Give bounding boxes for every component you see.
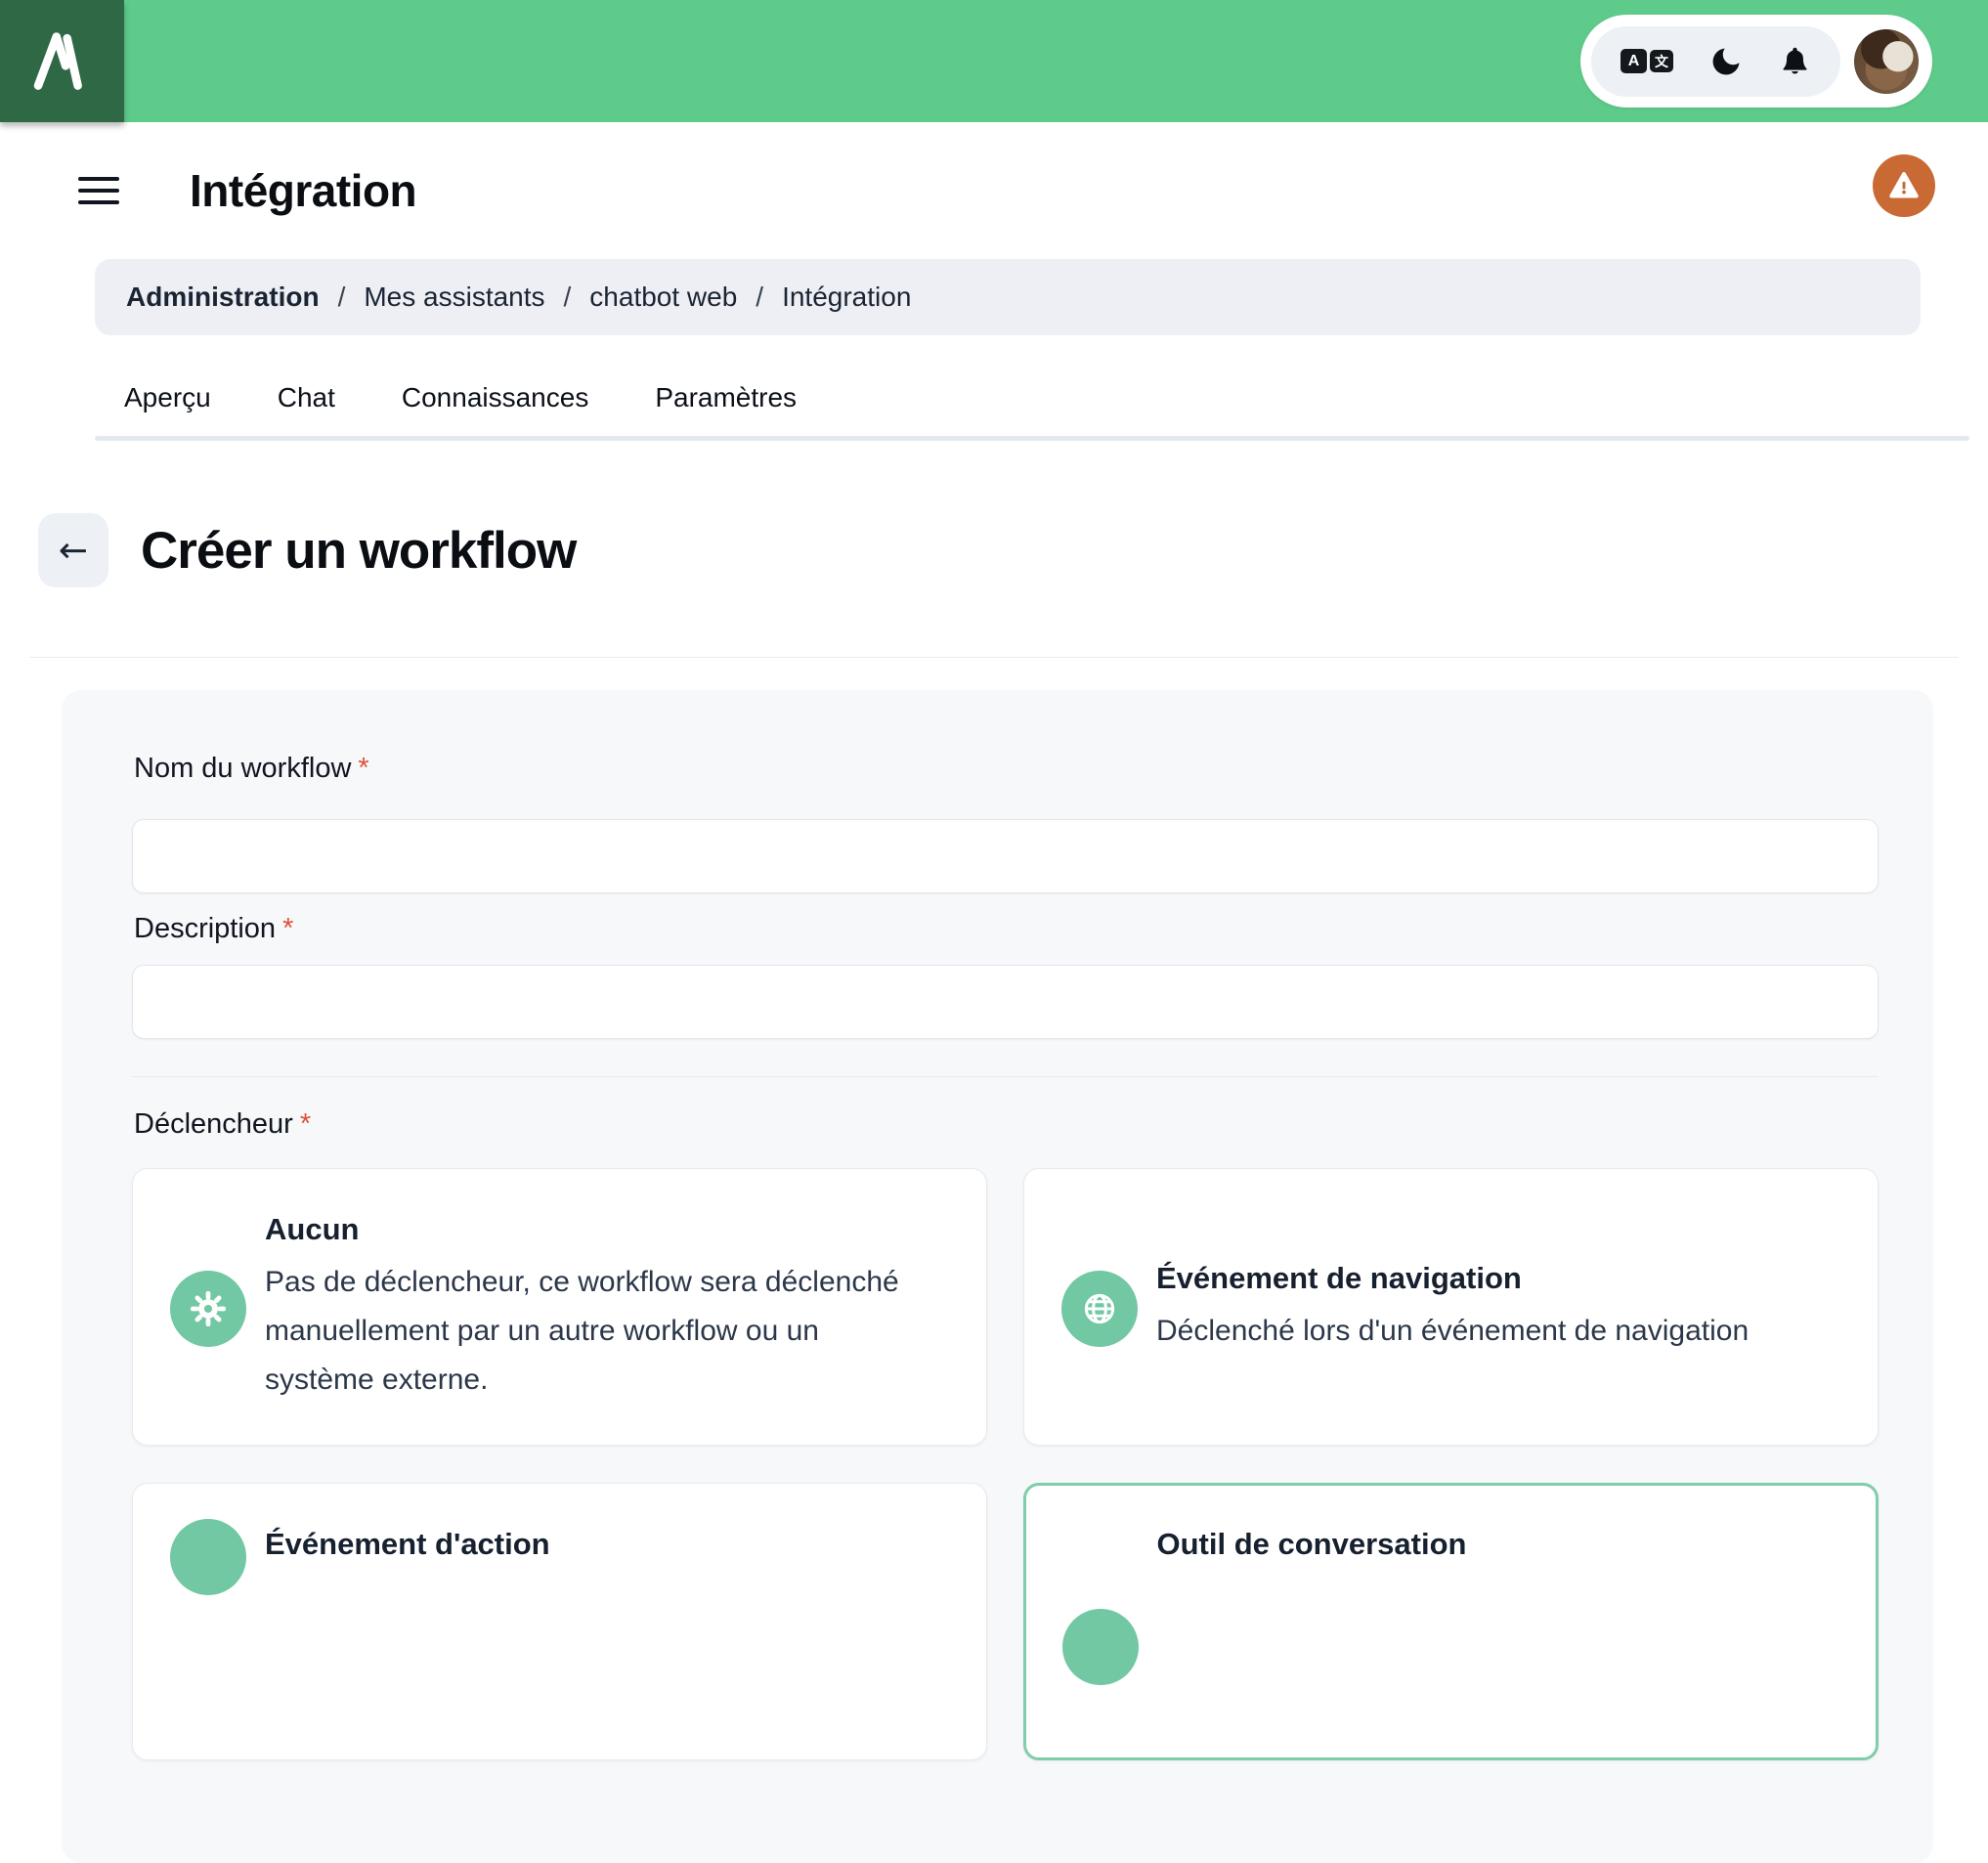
trigger-option-text: Événement d'action <box>265 1527 550 1573</box>
trigger-label: Déclencheur * <box>134 1107 312 1140</box>
warning-triangle-icon <box>1889 172 1919 198</box>
trigger-option-title: Aucun <box>265 1212 360 1247</box>
trigger-option-description: Pas de déclencheur, ce workflow sera déc… <box>265 1266 899 1397</box>
breadcrumb-item-integration[interactable]: Intégration <box>782 282 911 313</box>
trigger-option-title: Outil de conversation <box>1156 1527 1467 1562</box>
topbar-pill: A 文 <box>1580 15 1932 108</box>
trigger-option-aucun[interactable]: Aucun Pas de déclencheur, ce workflow se… <box>132 1167 987 1446</box>
tab-divider <box>95 436 1969 441</box>
bell-icon[interactable] <box>1779 45 1811 77</box>
title-row: Intégration <box>0 156 1988 225</box>
topbar-actions: A 文 <box>1580 15 1932 108</box>
trigger-option-outil-conversation[interactable]: Outil de conversation <box>1023 1482 1879 1760</box>
page-title: Intégration <box>190 165 417 216</box>
breadcrumb-item-mes-assistants[interactable]: Mes assistants <box>364 282 544 313</box>
topbar-icon-group: A 文 <box>1591 25 1840 97</box>
required-asterisk: * <box>358 752 369 784</box>
trigger-option-title: Événement de navigation <box>1156 1261 1522 1296</box>
circle-icon <box>1061 1609 1139 1686</box>
back-button[interactable]: ← <box>38 513 108 588</box>
breadcrumb-separator: / <box>756 282 764 312</box>
gear-icon <box>170 1270 246 1347</box>
required-asterisk: * <box>299 1107 312 1140</box>
back-arrow-icon: ← <box>58 530 89 571</box>
tab-parametres[interactable]: Paramètres <box>655 382 797 413</box>
heading-divider <box>29 656 1959 658</box>
brand-logo[interactable] <box>0 0 124 122</box>
trigger-option-description: Déclenché lors d'un événement de navigat… <box>1156 1315 1750 1348</box>
breadcrumb-item-administration[interactable]: Administration <box>126 282 320 313</box>
breadcrumb-separator: / <box>337 282 346 312</box>
trigger-option-text: Événement de navigation Déclenché lors d… <box>1156 1261 1749 1356</box>
warning-button[interactable] <box>1873 154 1935 217</box>
circle-icon <box>170 1518 246 1595</box>
description-input[interactable] <box>132 964 1879 1039</box>
form-section-divider <box>132 1075 1879 1077</box>
breadcrumb-separator: / <box>563 282 572 312</box>
create-workflow-form: Nom du workflow * Description * Déclencheu… <box>62 689 1933 1863</box>
trigger-option-text: Aucun Pas de déclencheur, ce workflow se… <box>265 1212 920 1405</box>
menu-icon[interactable] <box>78 177 119 204</box>
translate-a-glyph: A <box>1621 49 1647 73</box>
trigger-options-grid: Aucun Pas de déclencheur, ce workflow se… <box>132 1167 1879 1760</box>
user-avatar[interactable] <box>1854 28 1919 94</box>
brand-logo-icon <box>33 31 82 90</box>
trigger-option-text: Outil de conversation <box>1157 1527 1467 1573</box>
breadcrumb: Administration / Mes assistants / chatbo… <box>95 259 1921 335</box>
heading-row: ← Créer un workflow <box>38 478 1988 624</box>
translate-zi-glyph: 文 <box>1650 50 1673 72</box>
top-app-bar: A 文 <box>0 0 1988 122</box>
translate-icon[interactable]: A 文 <box>1621 49 1673 73</box>
trigger-option-evenement-navigation[interactable]: Événement de navigation Déclenché lors d… <box>1023 1167 1879 1446</box>
workflow-name-label: Nom du workflow * <box>134 752 369 784</box>
tab-connaissances[interactable]: Connaissances <box>402 382 588 413</box>
tab-bar: Aperçu Chat Connaissances Paramètres <box>124 382 1988 413</box>
description-label: Description * <box>134 912 294 944</box>
tab-apercu[interactable]: Aperçu <box>124 382 211 413</box>
moon-icon[interactable] <box>1708 44 1744 79</box>
breadcrumb-item-chatbot-web[interactable]: chatbot web <box>589 282 737 313</box>
required-asterisk: * <box>282 912 294 944</box>
trigger-option-title: Événement d'action <box>265 1526 550 1561</box>
workflow-name-input[interactable] <box>132 818 1879 893</box>
trigger-option-evenement-action[interactable]: Événement d'action <box>132 1482 987 1760</box>
globe-icon <box>1061 1270 1138 1347</box>
tab-chat[interactable]: Chat <box>278 382 335 413</box>
create-workflow-heading: Créer un workflow <box>141 521 577 580</box>
